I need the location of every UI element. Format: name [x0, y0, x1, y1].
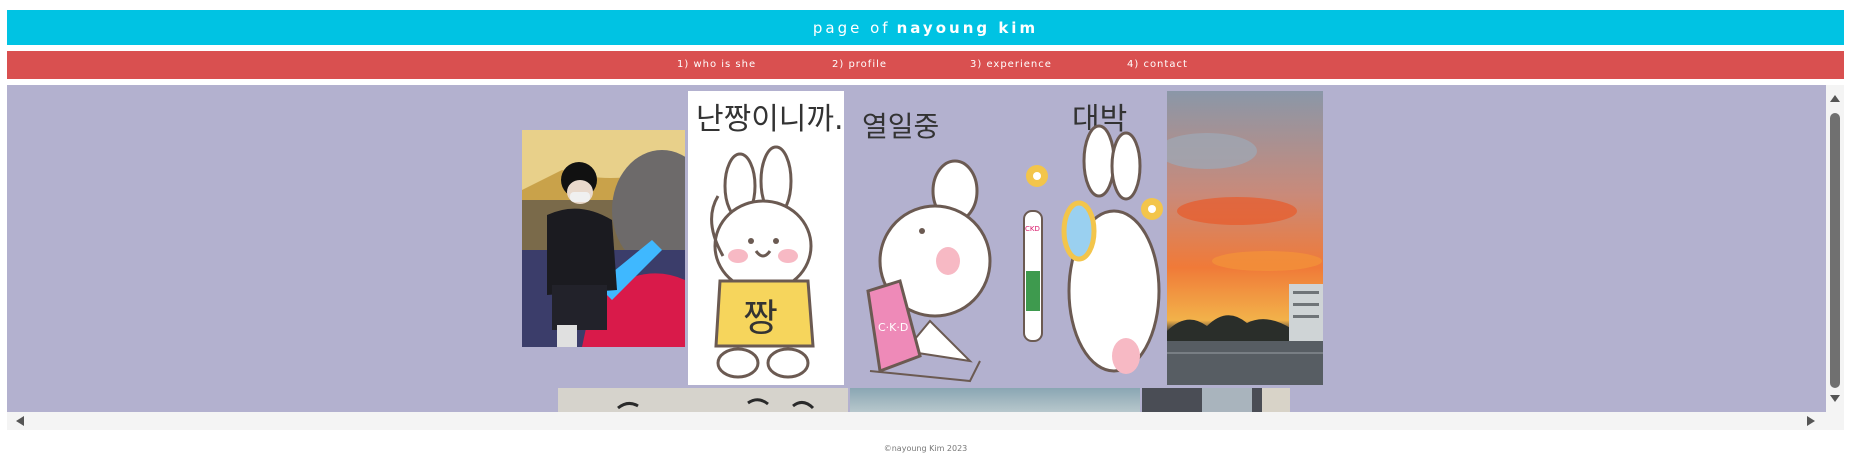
sticker-1-text: 난짱이니까..! — [696, 102, 844, 137]
nav-item-who-is-she[interactable]: 1) who is she — [677, 59, 756, 70]
scroll-left-icon[interactable] — [16, 416, 24, 426]
horizontal-scrollbar[interactable] — [7, 412, 1844, 430]
scroll-down-icon[interactable] — [1830, 395, 1840, 402]
header-prefix: page of — [812, 18, 891, 37]
gallery-viewport[interactable]: 난짱이니까..! 짱 열일중 C·K·D — [7, 85, 1826, 412]
footer-copyright: ©nayoung Kim 2023 — [883, 444, 968, 453]
sticker-bunny-daebak: 대박 CKD — [1004, 91, 1166, 385]
scroll-up-icon[interactable] — [1830, 95, 1840, 102]
sticker-bunny-working: 열일중 C·K·D — [850, 91, 1000, 385]
sticker-2-laptop: C·K·D — [878, 321, 908, 334]
header-name: nayoung kim — [896, 18, 1039, 37]
nav-item-profile[interactable]: 2) profile — [832, 59, 887, 70]
sticker-3-bottle: CKD — [1025, 225, 1040, 233]
photo-interior — [1142, 388, 1290, 412]
photo-grey-texture — [558, 388, 848, 412]
nav-item-experience[interactable]: 3) experience — [970, 59, 1052, 70]
nav-bar: 1) who is she 2) profile 3) experience 4… — [7, 51, 1844, 79]
scroll-right-icon[interactable] — [1807, 416, 1815, 426]
vertical-scroll-thumb[interactable] — [1830, 113, 1840, 388]
vertical-scrollbar[interactable] — [1826, 85, 1844, 412]
photo-sunset-sky — [1167, 91, 1323, 385]
sticker-1-shirt: 짱 — [743, 296, 778, 340]
sticker-2-text: 열일중 — [862, 110, 939, 143]
site-header: page of nayoung kim — [7, 10, 1844, 45]
photo-person-arcade — [522, 130, 685, 347]
photo-blue-sky — [850, 388, 1140, 412]
sticker-bunny-jjang: 난짱이니까..! 짱 — [688, 91, 844, 385]
nav-item-contact[interactable]: 4) contact — [1127, 59, 1188, 70]
